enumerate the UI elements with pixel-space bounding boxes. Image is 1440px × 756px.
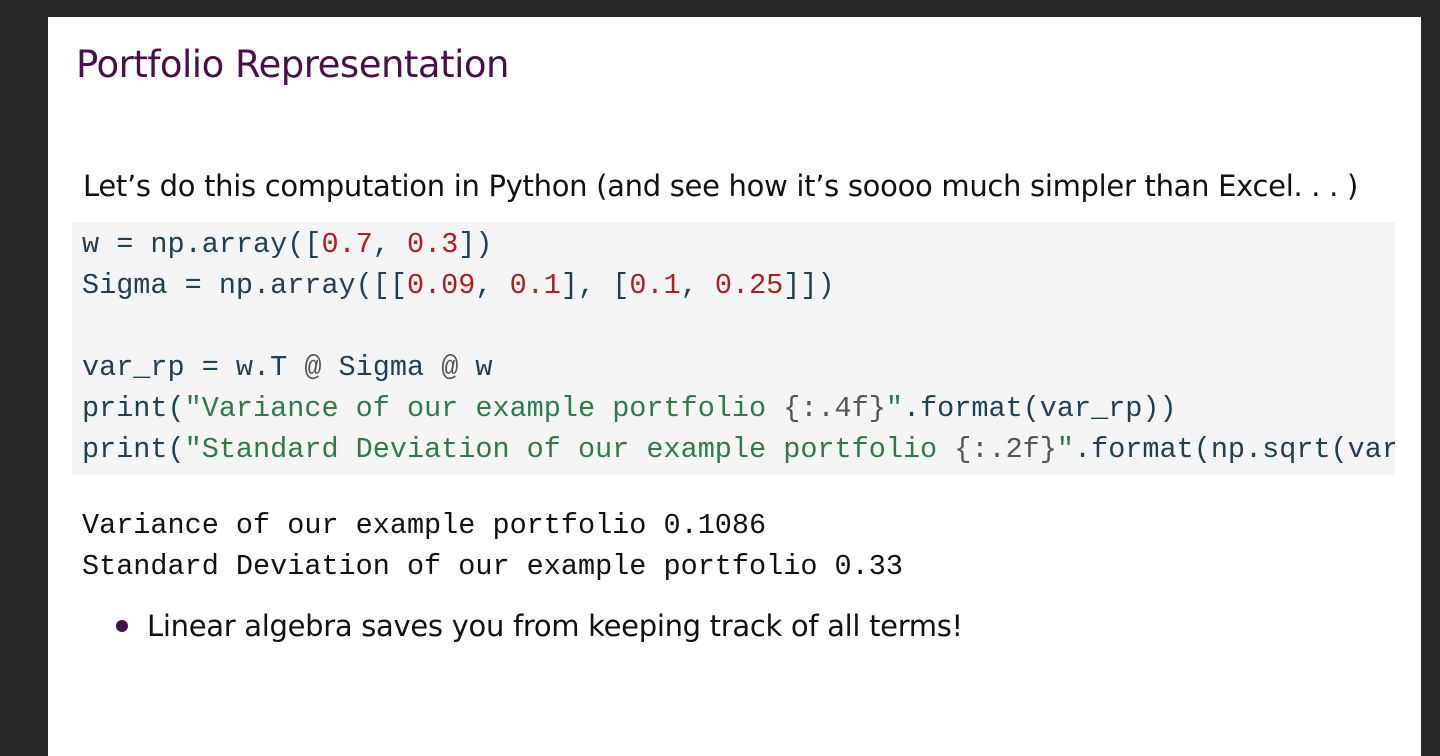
code-token-plain: ,: [372, 228, 407, 261]
code-token-plain: ,: [475, 269, 510, 302]
code-token-plain: Sigma = np.array([[: [82, 269, 407, 302]
code-token-str: ": [1056, 433, 1074, 466]
slide: Portfolio Representation Let’s do this c…: [48, 17, 1421, 756]
code-token-plain: w: [458, 351, 493, 384]
code-line: var_rp = w.T @ Sigma @ w: [82, 351, 493, 384]
code-token-plain: Sigma: [321, 351, 442, 384]
code-line: w = np.array([0.7, 0.3]): [82, 228, 493, 261]
code-token-op: @: [441, 351, 459, 384]
code-line: print("Variance of our example portfolio…: [82, 392, 1177, 425]
code-token-num: 0.1: [509, 269, 561, 302]
code-token-num: 0.25: [714, 269, 784, 302]
code-token-num: 0.1: [629, 269, 681, 302]
code-token-plain: ], [: [560, 269, 630, 302]
code-token-plain: print(: [82, 433, 185, 466]
code-token-op: {:.4f}: [783, 392, 886, 425]
code-block: w = np.array([0.7, 0.3]) Sigma = np.arra…: [72, 222, 1395, 475]
code-token-plain: .format(var_rp)): [902, 392, 1177, 425]
bullet-item: Linear algebra saves you from keeping tr…: [116, 609, 963, 643]
intro-text: Let’s do this computation in Python (and…: [83, 169, 1358, 203]
code-token-num: 0.3: [406, 228, 459, 261]
code-token-str: "Variance of our example portfolio: [184, 392, 784, 425]
code-token-op: @: [304, 351, 322, 384]
output-line-stddev: Standard Deviation of our example portfo…: [82, 550, 903, 583]
code-token-plain: w = np.array([: [82, 228, 322, 261]
code-line: print("Standard Deviation of our example…: [82, 433, 1395, 466]
bullet-dot-icon: [116, 620, 128, 632]
bullet-text: Linear algebra saves you from keeping tr…: [147, 609, 963, 643]
code-token-str: "Standard Deviation of our example portf…: [184, 433, 955, 466]
output-line-variance: Variance of our example portfolio 0.1086: [82, 509, 767, 542]
code-token-plain: var_rp = w.T: [82, 351, 305, 384]
code-token-plain: .format(np.sqrt(var_rp))): [1074, 433, 1395, 466]
code-line: Sigma = np.array([[0.09, 0.1], [0.1, 0.2…: [82, 269, 835, 302]
code-token-plain: ]): [458, 228, 493, 261]
code-token-str: ": [885, 392, 903, 425]
code-token-op: {:.2f}: [954, 433, 1057, 466]
code-token-plain: ,: [680, 269, 715, 302]
code-token-num: 0.7: [321, 228, 373, 261]
code-token-plain: ]]): [783, 269, 835, 302]
code-token-plain: print(: [82, 392, 185, 425]
slide-title: Portfolio Representation: [76, 43, 509, 86]
code-token-num: 0.09: [406, 269, 476, 302]
